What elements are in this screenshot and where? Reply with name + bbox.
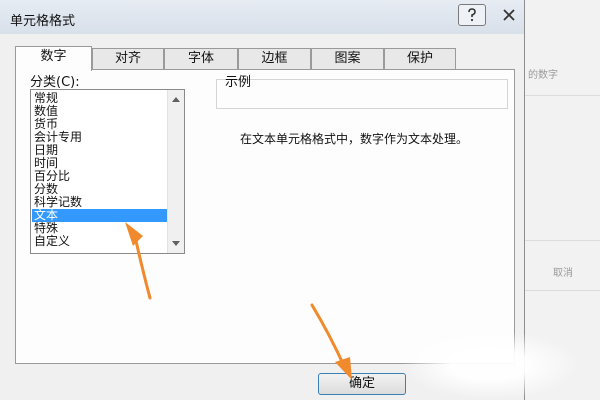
- tab-number[interactable]: 数字: [15, 46, 92, 71]
- scroll-up-icon[interactable]: [172, 96, 180, 102]
- tab-strip: 数字 对齐 字体 边框 图案 保护: [15, 46, 460, 71]
- background-divider: [525, 240, 600, 241]
- background-text: 的数字: [528, 70, 558, 81]
- sample-group: [216, 79, 508, 109]
- dialog-titlebar[interactable]: 单元格格式: [0, 0, 524, 34]
- tab-font[interactable]: 字体: [164, 48, 238, 69]
- background-text: 取消: [553, 268, 573, 279]
- dialog-title: 单元格格式: [10, 14, 76, 29]
- list-item[interactable]: 自定义: [34, 235, 168, 248]
- close-icon: [503, 9, 515, 21]
- help-button[interactable]: [458, 4, 486, 26]
- sample-label: 示例: [225, 75, 252, 90]
- scroll-down-icon[interactable]: [172, 241, 180, 247]
- tab-border[interactable]: 边框: [238, 48, 311, 69]
- background-divider: [525, 290, 600, 291]
- tab-protection[interactable]: 保护: [384, 48, 456, 69]
- help-icon: [468, 8, 476, 22]
- category-listbox[interactable]: 常规 数值 货币 会计专用 日期 时间 百分比 分数 科学记数 文本 特殊 自定…: [30, 89, 185, 254]
- background-divider: [525, 95, 600, 96]
- close-button[interactable]: [496, 4, 522, 26]
- format-description: 在文本单元格格式中，数字作为文本处理。: [240, 132, 469, 146]
- ok-button[interactable]: 确定: [318, 373, 406, 395]
- tab-alignment[interactable]: 对齐: [92, 48, 164, 69]
- screen-glare: [400, 330, 580, 400]
- category-label: 分类(C):: [30, 75, 80, 90]
- listbox-scrollbar[interactable]: [167, 90, 184, 253]
- tab-patterns[interactable]: 图案: [311, 48, 384, 69]
